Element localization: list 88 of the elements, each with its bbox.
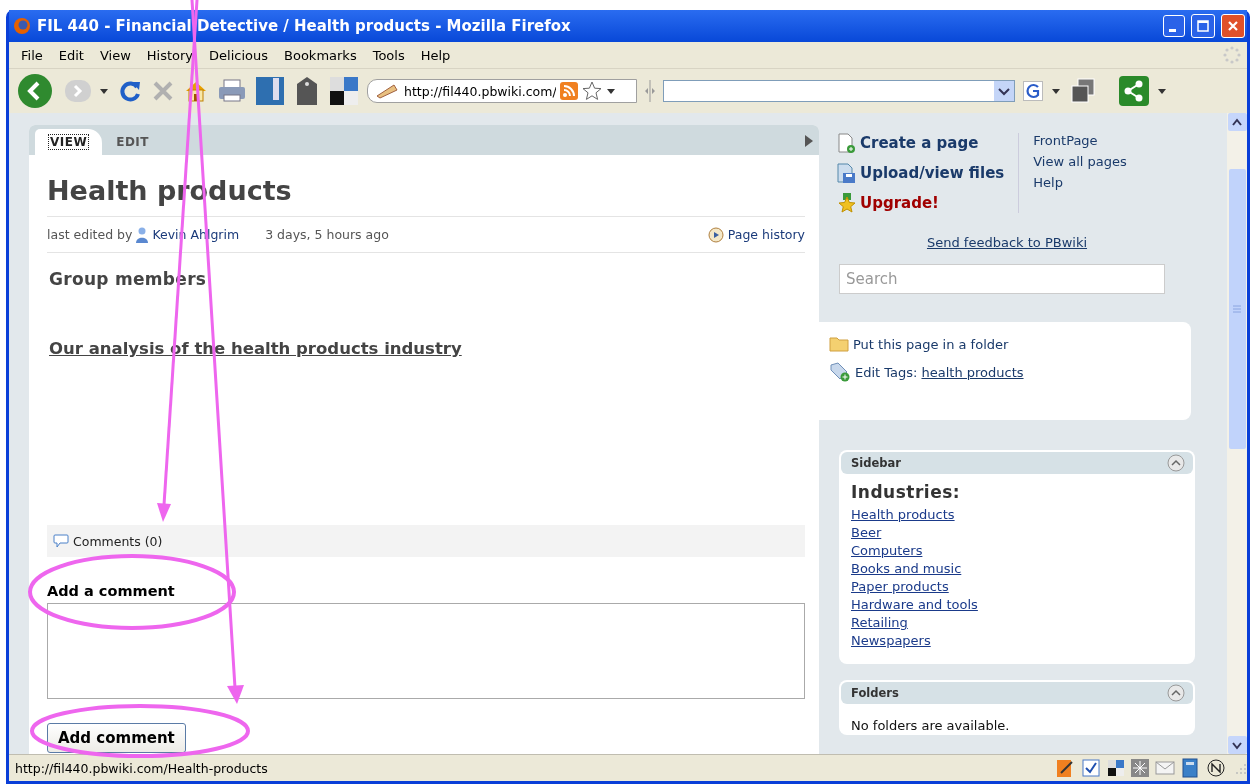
minimize-button[interactable] — [1163, 15, 1185, 37]
industry-link[interactable]: Health products — [851, 507, 955, 522]
edit-tags-label: Edit Tags: — [855, 364, 918, 380]
industry-link[interactable]: Paper products — [851, 579, 949, 594]
close-button[interactable] — [1221, 14, 1245, 38]
google-icon[interactable] — [1023, 81, 1043, 101]
checkered-icon[interactable] — [329, 76, 359, 106]
throbber-icon — [1223, 46, 1241, 64]
add-comment-label: Add a comment — [47, 583, 176, 599]
add-comment-button[interactable]: Add comment — [47, 723, 186, 753]
grip-icon — [1232, 305, 1242, 313]
notepad-pencil-icon[interactable] — [1055, 758, 1075, 778]
nav-link[interactable]: View all pages — [1033, 154, 1127, 169]
nav-link[interactable]: FrontPage — [1033, 133, 1127, 148]
page-history-link[interactable]: Page history — [707, 226, 805, 243]
nav-link[interactable]: Help — [1033, 175, 1127, 190]
folder-icon — [829, 336, 849, 352]
menu-item[interactable]: Delicious — [201, 45, 277, 65]
tag-plus-icon — [829, 362, 851, 382]
maximize-icon — [1197, 20, 1209, 32]
comment-input[interactable] — [47, 603, 805, 699]
menu-item[interactable]: Edit — [50, 45, 92, 65]
speech-bubble-icon — [53, 534, 69, 548]
action-link[interactable]: Upgrade! — [837, 193, 1005, 213]
menu-item[interactable]: Help — [412, 45, 459, 65]
menu-item[interactable]: File — [13, 45, 51, 65]
collapse-icon[interactable] — [1167, 684, 1185, 702]
rss-icon — [560, 82, 578, 100]
empty-message: No folders are available. — [850, 717, 1011, 733]
search-field[interactable]: Search — [839, 264, 1165, 294]
chevron-down-icon — [1231, 740, 1243, 750]
maximize-button[interactable] — [1191, 14, 1215, 38]
star-medal-icon — [837, 193, 857, 213]
industry-link[interactable]: Beer — [851, 525, 882, 540]
checkbox-icon[interactable] — [1081, 758, 1101, 778]
tag-link[interactable]: health products — [921, 364, 1024, 380]
windows-icon[interactable] — [1069, 77, 1097, 105]
comments-count: Comments (0) — [73, 533, 163, 549]
menu-item[interactable]: View — [91, 45, 139, 65]
clock-icon — [707, 226, 724, 243]
document-plus-icon — [837, 133, 857, 153]
dropdown-arrow-icon[interactable] — [1051, 86, 1061, 96]
share-icon[interactable] — [1119, 76, 1149, 106]
triangle-right-icon[interactable] — [805, 135, 813, 147]
industry-link[interactable]: Retailing — [851, 615, 908, 630]
checkered-icon[interactable] — [1107, 759, 1125, 777]
user-icon — [136, 226, 149, 243]
status-text: http://fil440.pbwiki.com/Health-products — [15, 760, 269, 776]
minimize-icon — [1169, 29, 1176, 32]
dropdown-arrow-icon[interactable] — [606, 86, 616, 96]
panel-title: Sidebar — [851, 456, 901, 470]
window-title: FIL 440 - Financial Detective / Health products - Mozilla Firefox — [37, 17, 572, 35]
sidebar-heading: Industries: — [851, 482, 962, 502]
resize-grip-icon[interactable] — [1233, 761, 1247, 775]
notebook-icon[interactable] — [1181, 758, 1199, 778]
action-link[interactable]: Upload/view files — [837, 163, 1005, 183]
menu-item[interactable]: Tools — [364, 45, 413, 65]
folder-link[interactable]: Put this page in a folder — [829, 336, 1191, 352]
edited-time: 3 days, 5 hours ago — [265, 227, 389, 242]
industry-link[interactable]: Newspapers — [851, 633, 931, 648]
industry-link[interactable]: Hardware and tools — [851, 597, 978, 612]
edited-by-label: last edited by — [47, 227, 133, 242]
address-bar[interactable]: http://fil440.pbwiki.com/ — [367, 79, 637, 103]
printer-icon[interactable] — [217, 77, 247, 105]
menu-item[interactable]: Bookmarks — [276, 45, 365, 65]
chevron-up-icon — [1231, 117, 1243, 127]
tab[interactable]: VIEW — [35, 129, 103, 155]
collapse-icon[interactable] — [1167, 454, 1185, 472]
star-icon[interactable] — [582, 81, 602, 101]
menu-item[interactable]: History — [138, 45, 202, 65]
search-field[interactable] — [663, 80, 1015, 102]
tab[interactable]: EDIT — [102, 129, 163, 155]
bookmark-icon[interactable] — [255, 76, 285, 106]
industry-link[interactable]: Computers — [851, 543, 923, 558]
close-icon — [1227, 20, 1239, 32]
floppy-document-icon — [837, 163, 857, 183]
dropdown-arrow-icon[interactable] — [1157, 86, 1167, 96]
url-text: http://fil440.pbwiki.com/ — [404, 83, 556, 99]
scrollbar[interactable] — [1227, 113, 1247, 754]
dropdown-arrow-icon[interactable] — [99, 86, 109, 96]
site-icon — [374, 82, 400, 100]
n-circle-icon[interactable] — [1205, 759, 1227, 777]
industry-link[interactable]: Books and music — [851, 561, 962, 576]
panel-title: Folders — [851, 686, 899, 700]
action-link[interactable]: Create a page — [837, 133, 1005, 153]
feedback-link[interactable]: Send feedback to PBwiki — [926, 235, 1088, 250]
snowflake-icon[interactable] — [1131, 759, 1149, 777]
firefox-icon — [13, 17, 31, 35]
